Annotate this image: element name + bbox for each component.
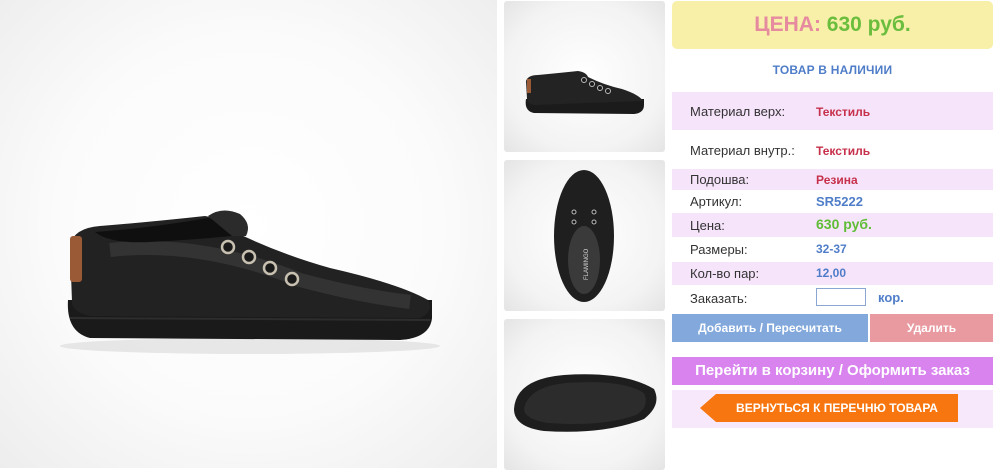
- spec-label: Цена:: [690, 218, 725, 233]
- spec-row-price: Цена: 630 руб.: [672, 213, 993, 237]
- spec-label: Кол-во пар:: [690, 266, 760, 281]
- add-recalculate-button[interactable]: Добавить / Пересчитать: [672, 314, 868, 342]
- back-to-catalog-button[interactable]: ВЕРНУТЬСЯ К ПЕРЕЧНЮ ТОВАРА: [716, 394, 958, 422]
- spec-value: Резина: [816, 173, 858, 187]
- order-quantity-input[interactable]: [816, 288, 866, 306]
- thumbnail-top-view[interactable]: FLAMINGO: [504, 160, 665, 311]
- spec-row-sizes: Размеры: 32-37: [672, 238, 993, 261]
- spec-row-pair-count: Кол-во пар: 12,00: [672, 262, 993, 285]
- shoe-sole-thumbnail-icon: [514, 374, 657, 432]
- price-header: ЦЕНА: 630 руб.: [672, 1, 993, 49]
- thumbnail-sole-view[interactable]: [504, 319, 665, 470]
- spec-label: Артикул:: [690, 194, 743, 209]
- insole-brand-text: FLAMINGO: [584, 248, 590, 280]
- order-unit-label: кор.: [878, 290, 904, 305]
- spec-row-sole: Подошва: Резина: [672, 169, 993, 190]
- spec-label: Материал верх:: [690, 104, 786, 119]
- spec-label: Размеры:: [690, 242, 748, 257]
- spec-label: Подошва:: [690, 172, 750, 187]
- shoe-side-illustration: [60, 210, 440, 354]
- spec-row-material-inner: Материал внутр.: Текстиль: [672, 131, 993, 169]
- spec-row-material-upper: Материал верх: Текстиль: [672, 92, 993, 130]
- order-label: Заказать:: [690, 291, 748, 306]
- price-value: 630 руб.: [826, 13, 911, 36]
- spec-row-article: Артикул: SR5222: [672, 191, 993, 212]
- arrow-left-icon[interactable]: [700, 394, 716, 422]
- shoe-side-thumbnail-icon: [525, 71, 644, 114]
- spec-value: SR5222: [816, 194, 863, 209]
- go-to-cart-button[interactable]: Перейти в корзину / Оформить заказ: [672, 357, 993, 385]
- spec-value: Текстиль: [816, 144, 871, 158]
- price-label: ЦЕНА:: [754, 13, 821, 36]
- main-product-image[interactable]: [0, 0, 497, 468]
- thumbnail-side-view[interactable]: [504, 1, 665, 152]
- spec-label: Материал внутр.:: [690, 143, 795, 158]
- spec-value: Текстиль: [816, 105, 871, 119]
- spec-value: 12,00: [816, 266, 847, 280]
- delete-button[interactable]: Удалить: [870, 314, 993, 342]
- spec-value: 32-37: [816, 242, 847, 256]
- spec-value: 630 руб.: [816, 216, 872, 232]
- stock-status: ТОВАР В НАЛИЧИИ: [772, 63, 893, 77]
- shoe-top-thumbnail-icon: FLAMINGO: [554, 170, 614, 302]
